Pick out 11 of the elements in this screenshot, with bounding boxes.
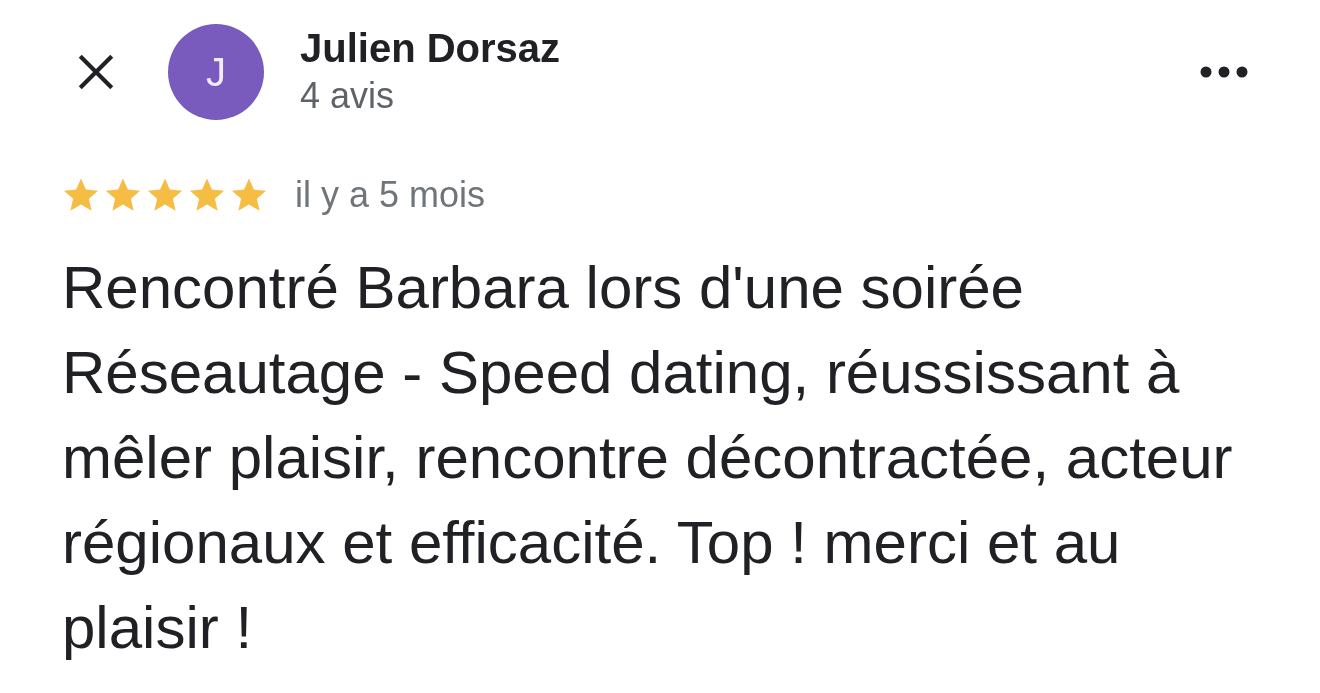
star-icon	[146, 176, 184, 214]
star-icon	[230, 176, 268, 214]
review-count: 4 avis	[300, 76, 396, 116]
star-icon	[104, 176, 142, 214]
more-icon	[1200, 66, 1248, 78]
star-icon	[188, 176, 226, 214]
star-icon	[62, 176, 100, 214]
review-text: Rencontré Barbara lors d'une soirée Réseautage - Speed dating, réussissant à mêler plaisir, rencontre décontractée, acteur régionaux et efficacité. Top ! merci et au plaisir !	[62, 253, 1234, 663]
avatar: J	[168, 24, 264, 120]
reviewer-name[interactable]: Julien Dorsaz	[300, 24, 561, 72]
review-time: il y a 5 mois	[295, 173, 486, 217]
